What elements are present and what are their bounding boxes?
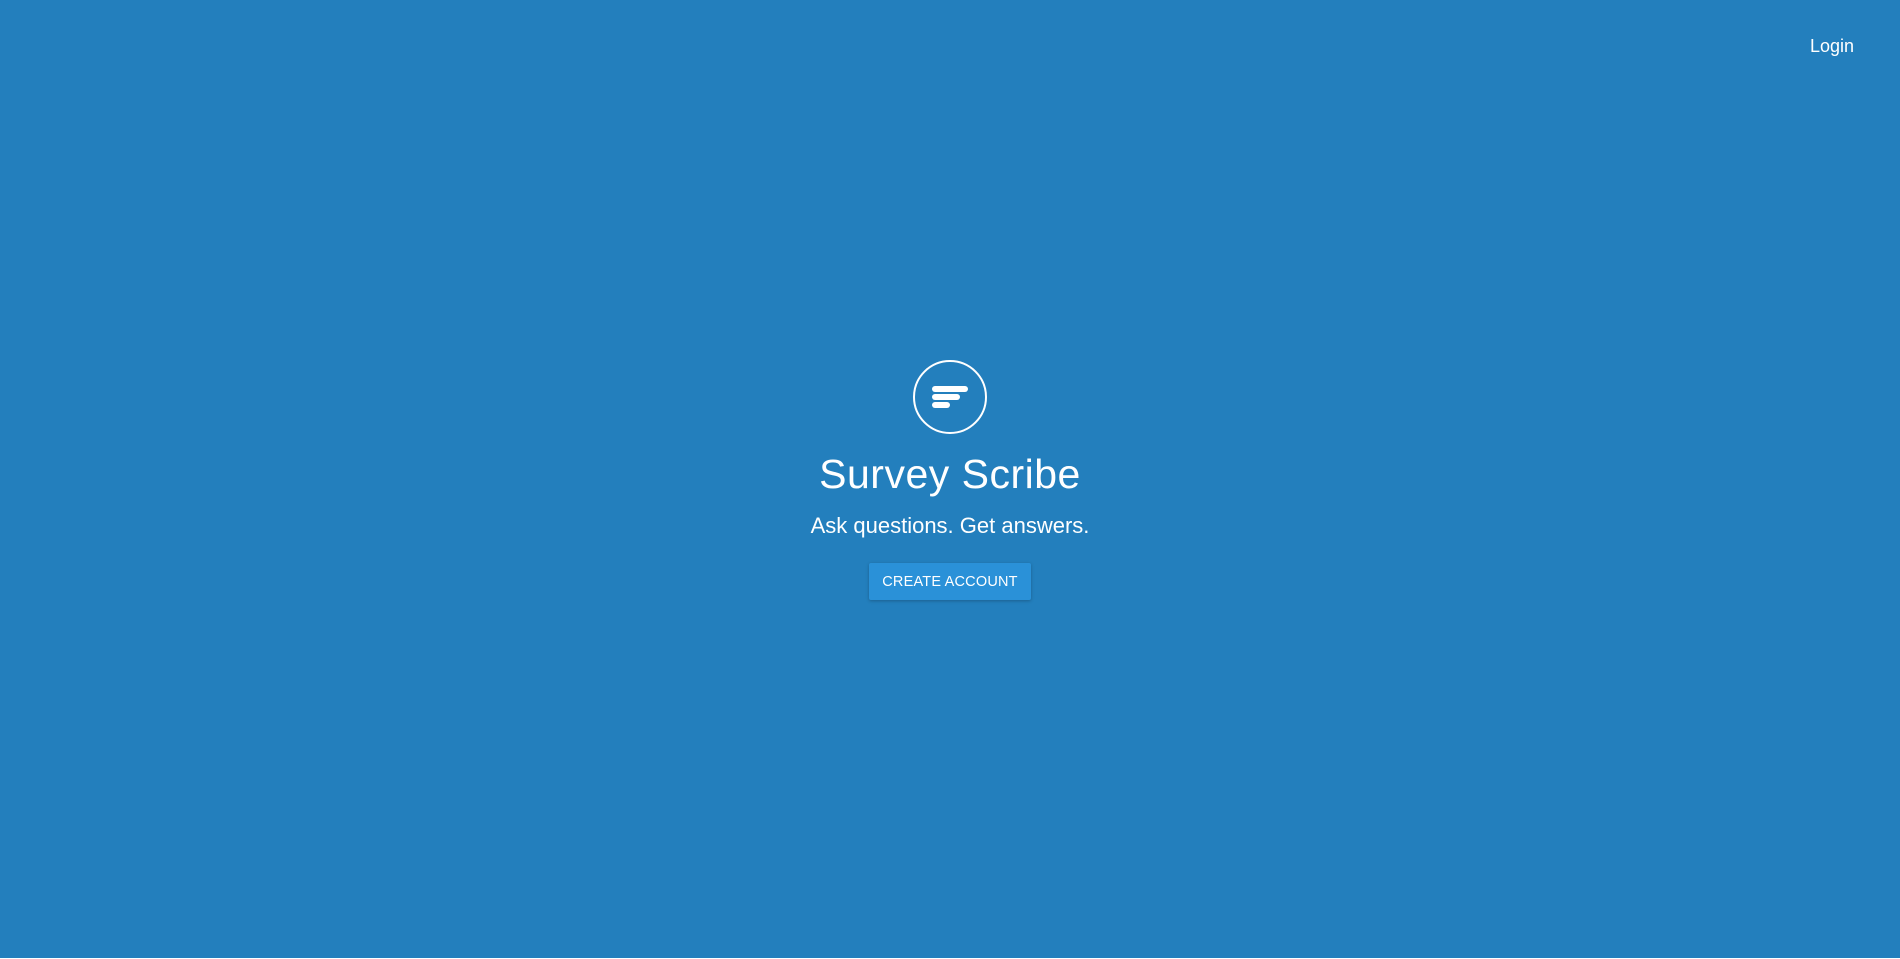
landing-page: Login Survey Scribe Ask questions. Get a… [0,0,1900,958]
logo-graphic [932,386,968,408]
app-tagline: Ask questions. Get answers. [810,513,1090,539]
login-link[interactable]: Login [1810,36,1854,57]
survey-lines-icon [913,360,987,434]
hero-section: Survey Scribe Ask questions. Get answers… [0,360,1900,601]
create-account-button[interactable]: CREATE ACCOUNT [869,563,1031,601]
app-title: Survey Scribe [819,451,1081,497]
